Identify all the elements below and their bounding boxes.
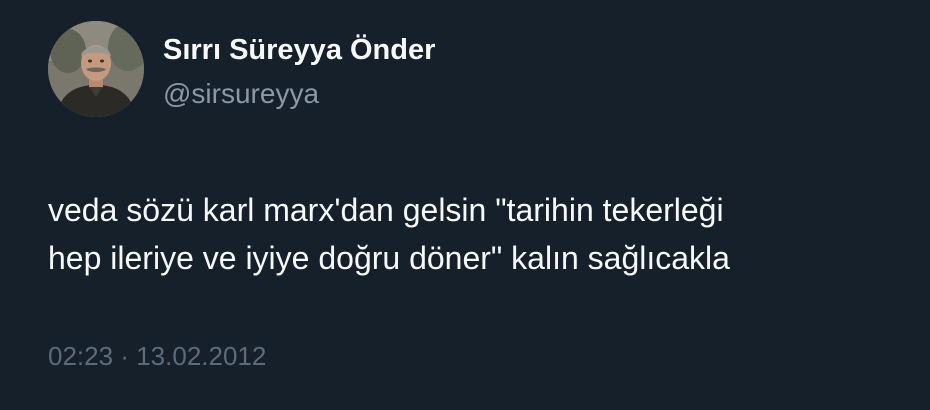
tweet-timestamp[interactable]: 02:23 · 13.02.2012 <box>48 341 266 372</box>
tweet-text-line: hep ileriye ve iyiye doğru döner" kalın … <box>48 240 730 276</box>
tweet-card: Sırrı Süreyya Önder @sirsureyya veda söz… <box>0 0 930 410</box>
tweet-date: 13.02.2012 <box>136 341 267 371</box>
meta-separator: · <box>120 341 129 371</box>
tweet-time: 02:23 <box>48 341 114 371</box>
avatar[interactable] <box>48 21 144 117</box>
tweet-text: veda sözü karl marx'dan gelsin "tarihin … <box>48 186 908 282</box>
profile-photo-icon <box>48 21 144 117</box>
tweet-text-line: veda sözü karl marx'dan gelsin "tarihin … <box>48 192 724 228</box>
author-handle[interactable]: @sirsureyya <box>163 78 319 110</box>
author-display-name[interactable]: Sırrı Süreyya Önder <box>163 34 435 67</box>
